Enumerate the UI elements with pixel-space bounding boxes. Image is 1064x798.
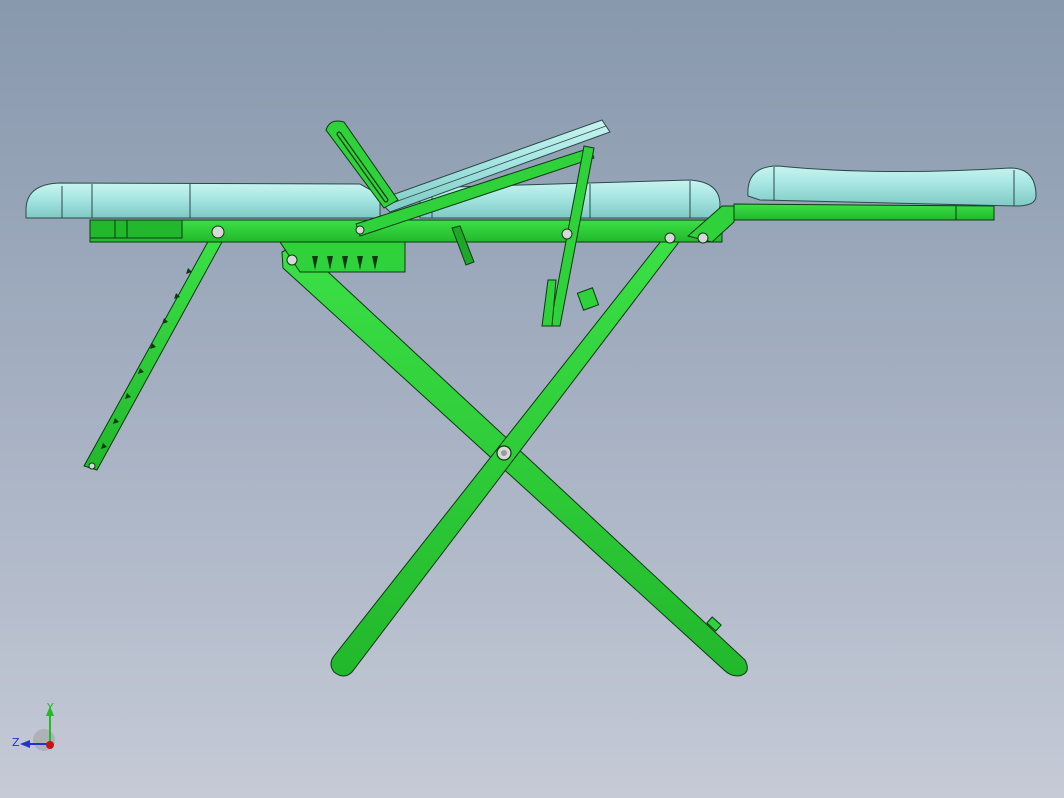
x-frame-pivot — [496, 445, 512, 461]
x-frame-leg-a — [281, 243, 748, 677]
triad-x-axis — [46, 741, 54, 749]
legrest-frame — [733, 203, 995, 221]
main-frame-rail — [89, 219, 723, 243]
orientation-triad: Y Z — [12, 701, 55, 751]
model-view[interactable]: Y Z — [0, 0, 1064, 798]
graphics-viewport[interactable]: Y Z — [0, 0, 1064, 798]
triad-z-label: Z — [12, 736, 20, 749]
legrest-cushion — [747, 165, 1037, 207]
rear-support-leg — [83, 237, 223, 471]
ratchet-bracket — [279, 241, 406, 273]
triad-y-label: Y — [46, 701, 54, 714]
